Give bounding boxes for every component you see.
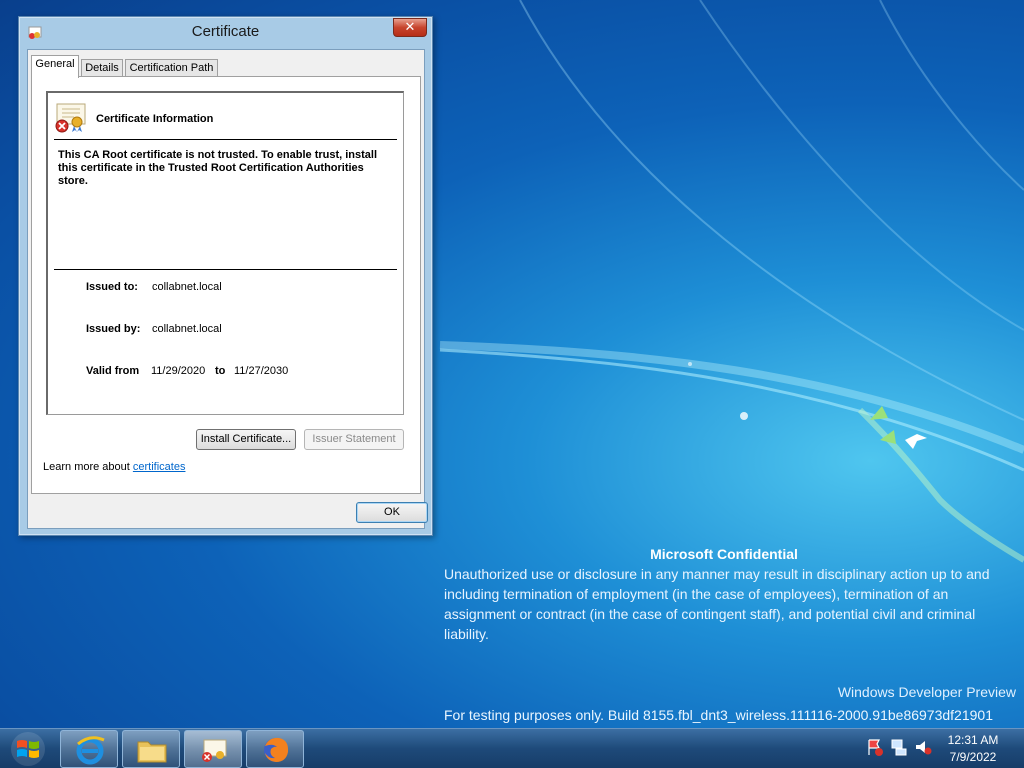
windows-logo-icon[interactable] — [0, 729, 56, 768]
divider-middle — [54, 269, 397, 270]
file-explorer-icon — [137, 741, 167, 763]
tab-general[interactable]: General — [31, 55, 79, 78]
valid-from-label: Valid from — [86, 365, 140, 377]
dialog-titlebar[interactable]: Certificate ✕ — [19, 17, 432, 49]
confidential-body: Unauthorized use or disclosure in any ma… — [444, 566, 990, 642]
action-center-flag-icon[interactable] — [866, 737, 884, 757]
tab-certification-path[interactable]: Certification Path — [125, 59, 218, 77]
learn-more-prefix: Learn more about — [43, 461, 133, 473]
certificate-info-box: Certificate Information This CA Root cer… — [46, 91, 404, 415]
clock-time: 12:31 AM — [947, 733, 999, 747]
taskbar-clock[interactable]: 12:31 AM 7/9/2022 — [940, 732, 1006, 766]
valid-to-value[interactable]: 11/27/2030 — [234, 365, 288, 377]
dialog-title: Certificate — [191, 23, 260, 40]
volume-muted-icon[interactable] — [914, 737, 932, 757]
certificate-error-icon — [55, 103, 86, 133]
network-icon[interactable] — [890, 737, 908, 757]
general-panel: Certificate Information This CA Root cer… — [31, 76, 421, 494]
taskbar: 12:31 AM 7/9/2022 — [0, 728, 1024, 768]
confidential-title: Microsoft Confidential — [650, 546, 798, 562]
issuer-statement-button[interactable]: Issuer Statement — [304, 429, 404, 450]
certificate-info-heading: Certificate Information — [96, 113, 214, 125]
install-certificate-button[interactable]: Install Certificate... — [196, 429, 296, 450]
watermark-build: For testing purposes only. Build 8155.fb… — [444, 707, 993, 723]
taskbar-file-explorer[interactable] — [122, 730, 180, 768]
confidential-notice: Microsoft Confidential Unauthorized use … — [444, 544, 1014, 644]
issued-by-value[interactable]: collabnet.local — [152, 323, 222, 335]
firefox-icon — [264, 737, 289, 762]
watermark-title: Windows Developer Preview — [837, 684, 1016, 700]
internet-explorer-icon — [76, 736, 105, 765]
taskbar-internet-explorer[interactable] — [60, 730, 118, 768]
divider-top — [54, 139, 397, 140]
clock-date: 7/9/2022 — [949, 750, 997, 764]
certificate-dialog: Certificate ✕ General Details Certificat… — [18, 16, 433, 536]
dialog-client: General Details Certification Path Certi… — [27, 49, 428, 529]
issued-by-label: Issued by: — [86, 323, 141, 335]
certificate-icon — [202, 739, 227, 762]
valid-from-value[interactable]: 11/29/2020 — [151, 365, 205, 377]
close-button[interactable]: ✕ — [393, 18, 427, 37]
issued-to-label: Issued to: — [86, 281, 138, 293]
trust-warning-text: This CA Root certificate is not trusted.… — [58, 149, 378, 187]
ok-button[interactable]: OK — [356, 502, 428, 523]
issued-to-value[interactable]: collabnet.local — [152, 281, 222, 293]
taskbar-certificate[interactable] — [184, 730, 242, 768]
certificates-link[interactable]: certificates — [133, 461, 186, 473]
taskbar-firefox[interactable] — [246, 730, 304, 768]
valid-to-label: to — [215, 365, 226, 377]
learn-more-text: Learn more about certificates — [43, 461, 185, 473]
tab-details[interactable]: Details — [81, 59, 123, 77]
